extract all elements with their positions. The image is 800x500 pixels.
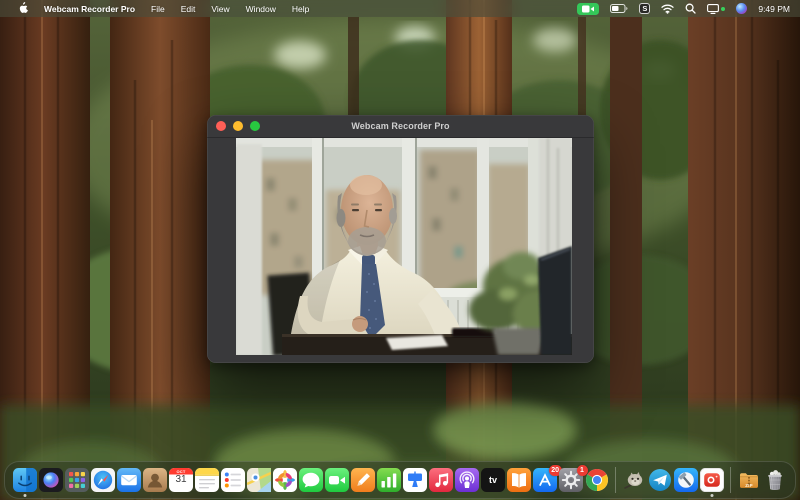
calendar-day: 31 xyxy=(169,474,193,485)
dock-photos[interactable] xyxy=(273,468,297,492)
dock-xcode[interactable] xyxy=(674,468,698,492)
dock-books[interactable] xyxy=(507,468,531,492)
dock-numbers[interactable] xyxy=(377,468,401,492)
dock-chrome[interactable] xyxy=(585,468,609,492)
dock-system-settings[interactable]: 1 xyxy=(559,468,583,492)
dock-podcasts[interactable] xyxy=(455,468,479,492)
dock-maps[interactable] xyxy=(247,468,271,492)
dock-divider xyxy=(615,467,616,493)
menu-bar: Webcam Recorder Pro File Edit View Windo… xyxy=(0,0,800,17)
menu-file[interactable]: File xyxy=(143,4,173,14)
dock-notes[interactable] xyxy=(195,468,219,492)
dock-webcam-recorder-pro[interactable] xyxy=(700,468,724,492)
webcam-recorder-window: Webcam Recorder Pro xyxy=(207,115,594,363)
running-indicator xyxy=(711,494,714,497)
dock-pet-toy-app[interactable] xyxy=(622,468,646,492)
menu-edit[interactable]: Edit xyxy=(173,4,204,14)
dock: OCT 31 xyxy=(4,461,796,499)
desktop: Webcam Recorder Pro File Edit View Windo… xyxy=(0,0,800,500)
dock-tv[interactable]: tv xyxy=(481,468,505,492)
dock-safari[interactable] xyxy=(91,468,115,492)
webcam-video-view xyxy=(236,138,572,355)
dock-contacts[interactable] xyxy=(143,468,167,492)
window-titlebar[interactable]: Webcam Recorder Pro xyxy=(207,115,594,138)
dock-mail[interactable] xyxy=(117,468,141,492)
dock-finder[interactable] xyxy=(13,468,37,492)
dock-telegram[interactable] xyxy=(648,468,672,492)
menu-window[interactable]: Window xyxy=(238,4,284,14)
dock-facetime[interactable] xyxy=(325,468,349,492)
window-title: Webcam Recorder Pro xyxy=(207,121,594,131)
webcam-feed-image xyxy=(236,138,572,355)
dock-pages[interactable] xyxy=(351,468,375,492)
close-button[interactable] xyxy=(216,121,226,131)
apple-menu[interactable] xyxy=(10,2,36,16)
dock-siri[interactable] xyxy=(39,468,63,492)
s-app-status-icon[interactable]: S xyxy=(639,3,650,14)
dock-trash[interactable] xyxy=(763,468,787,492)
dock-messages[interactable] xyxy=(299,468,323,492)
dock-app-store[interactable]: 20 xyxy=(533,468,557,492)
apple-icon xyxy=(18,2,28,14)
dock-divider xyxy=(730,467,731,493)
screen-share-icon[interactable] xyxy=(707,4,725,14)
dock-zip-archive[interactable]: ZIP xyxy=(737,468,761,492)
zoom-button[interactable] xyxy=(250,121,260,131)
recording-indicator-icon[interactable] xyxy=(577,3,599,15)
dock-music[interactable] xyxy=(429,468,453,492)
tv-label: tv xyxy=(481,468,505,492)
dock-calendar[interactable]: OCT 31 xyxy=(169,468,193,492)
battery-icon[interactable] xyxy=(610,4,628,13)
dock-reminders[interactable] xyxy=(221,468,245,492)
menu-bar-clock[interactable]: 9:49 PM xyxy=(758,4,790,14)
dock-keynote[interactable] xyxy=(403,468,427,492)
menu-help[interactable]: Help xyxy=(284,4,317,14)
sharing-active-dot xyxy=(721,7,725,11)
siri-icon[interactable] xyxy=(736,3,747,14)
menu-view[interactable]: View xyxy=(203,4,237,14)
spotlight-icon[interactable] xyxy=(685,3,696,14)
running-indicator xyxy=(24,494,27,497)
dock-launchpad[interactable] xyxy=(65,468,89,492)
minimize-button[interactable] xyxy=(233,121,243,131)
app-menu-title[interactable]: Webcam Recorder Pro xyxy=(36,4,143,14)
zip-label: ZIP xyxy=(737,483,761,488)
wifi-icon[interactable] xyxy=(661,4,674,14)
